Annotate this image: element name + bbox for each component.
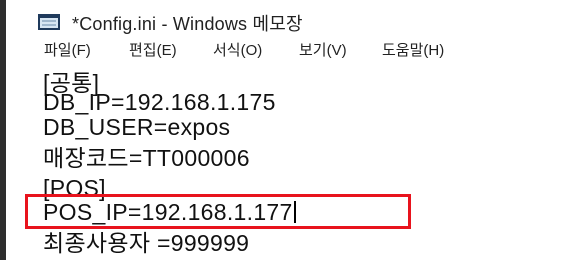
text-line: 매장코드=TT000006 xyxy=(43,145,250,171)
title-bar[interactable]: *Config.ini - Windows 메모장 xyxy=(6,0,588,40)
window-title: *Config.ini - Windows 메모장 xyxy=(72,14,303,34)
highlight-box xyxy=(25,194,411,229)
menu-file[interactable]: 파일(F) xyxy=(44,40,91,62)
notepad-icon xyxy=(38,14,60,30)
menu-format[interactable]: 서식(O) xyxy=(213,40,262,62)
menu-help[interactable]: 도움말(H) xyxy=(382,40,444,62)
text-line: 최종사용자 =999999 xyxy=(43,230,250,256)
text-line: DB_USER=expos xyxy=(43,114,231,140)
menu-edit[interactable]: 편집(E) xyxy=(129,40,177,62)
text-editor-area[interactable]: [공통] DB_IP=192.168.1.175 DB_USER=expos 매… xyxy=(6,62,588,260)
menu-view[interactable]: 보기(V) xyxy=(299,40,347,62)
notepad-window: *Config.ini - Windows 메모장 파일(F) 편집(E) 서식… xyxy=(0,0,588,260)
menu-bar: 파일(F) 편집(E) 서식(O) 보기(V) 도움말(H) xyxy=(6,40,588,62)
text-line: DB_IP=192.168.1.175 xyxy=(43,89,276,115)
